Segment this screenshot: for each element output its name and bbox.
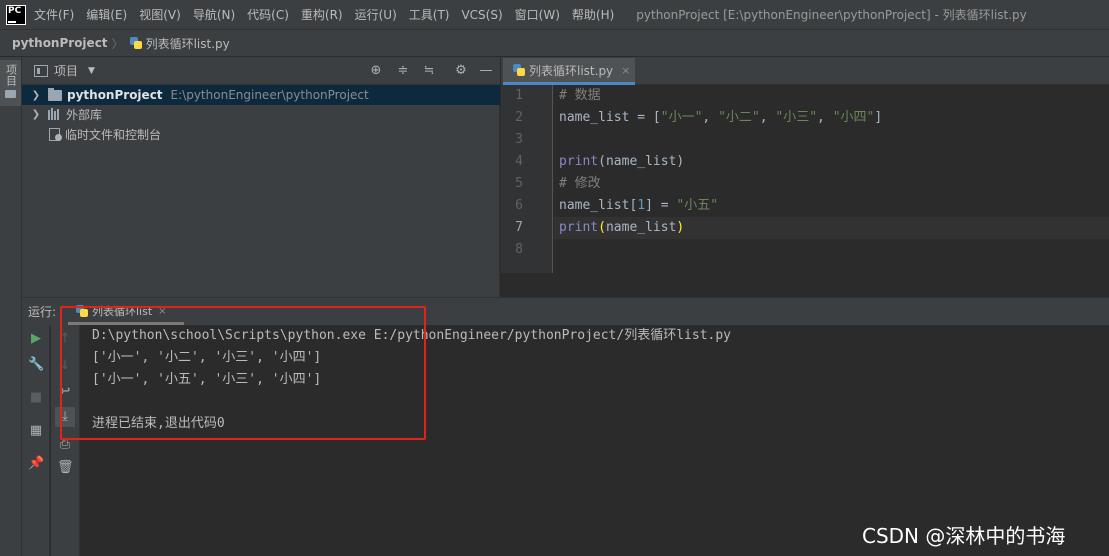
trash-icon[interactable]: 🗑 — [57, 460, 74, 476]
left-tool-strip — [0, 57, 22, 556]
code-builtin: print — [559, 154, 599, 169]
code-comment: # 数据 — [559, 88, 601, 103]
folder-icon — [48, 87, 62, 101]
menu-file[interactable]: 文件(F) — [34, 6, 74, 23]
line-number: 5 — [515, 176, 523, 191]
menu-navigate[interactable]: 导航(N) — [193, 6, 235, 23]
project-tool-tab[interactable]: 项目 — [0, 60, 21, 106]
locate-icon[interactable]: ⊕ — [368, 63, 384, 79]
menu-refactor[interactable]: 重构(R) — [301, 6, 343, 23]
code-brace: ( — [598, 220, 606, 235]
breadcrumb-project[interactable]: pythonProject — [12, 36, 108, 50]
layout-icon[interactable]: ▦ — [28, 423, 44, 439]
editor-tab-label: 列表循环list.py — [529, 63, 614, 78]
code-line-5: # 修改 — [559, 173, 601, 195]
minimize-icon[interactable]: — — [478, 63, 494, 79]
project-panel-icon — [34, 64, 48, 77]
library-icon — [48, 108, 62, 120]
code-line-7: print(name_list) — [559, 217, 684, 239]
line-number: 4 — [515, 154, 523, 169]
pycharm-logo-icon[interactable]: PC — [6, 4, 26, 25]
project-panel-title[interactable]: 项目 — [54, 62, 78, 79]
code-line-2: name_list = ["小一", "小二", "小三", "小四"] — [559, 110, 883, 125]
line-number: 1 — [515, 88, 523, 103]
menu-code[interactable]: 代码(C) — [247, 6, 289, 23]
tree-item-project[interactable]: ❯ pythonProject E:\pythonEngineer\python… — [22, 85, 500, 105]
code-comment: # 修改 — [559, 176, 601, 191]
code-text: name_list[ — [559, 198, 638, 213]
watermark: CSDN @深林中的书海 — [862, 524, 1066, 548]
code-string: "小三" — [775, 110, 818, 125]
editor-tab[interactable]: 列表循环list.py × — [503, 58, 635, 85]
menu-edit[interactable]: 编辑(E) — [86, 6, 127, 23]
line-number: 2 — [515, 110, 523, 125]
tree-item-scratches[interactable]: 临时文件和控制台 — [22, 124, 500, 144]
editor-empty-area — [501, 273, 1109, 297]
close-icon[interactable]: × — [621, 64, 630, 77]
gear-icon[interactable]: ⚙ — [453, 63, 469, 79]
code-text: name_list = [ — [559, 110, 661, 125]
breadcrumb-file[interactable]: 列表循环list.py — [146, 35, 230, 52]
scratch-file-icon — [48, 127, 62, 141]
expand-all-icon[interactable]: ≑ — [395, 63, 411, 79]
folder-icon — [5, 90, 16, 98]
menu-view[interactable]: 视图(V) — [139, 6, 181, 23]
rerun-icon[interactable]: ▶ — [28, 331, 44, 347]
code-string: "小一" — [660, 110, 703, 125]
code-line-4: print(name_list) — [559, 151, 684, 173]
chevron-right-icon: 〉 — [111, 36, 124, 51]
chevron-down-icon[interactable]: ▼ — [88, 66, 95, 76]
logo-bar — [8, 20, 16, 23]
line-number: 6 — [515, 198, 523, 213]
code-brace: ) — [676, 220, 685, 235]
line-number: 8 — [515, 242, 523, 257]
menu-vcs[interactable]: VCS(S) — [461, 8, 502, 22]
collapse-all-icon[interactable]: ≒ — [421, 63, 437, 79]
wrench-icon[interactable]: 🔧 — [28, 357, 44, 373]
stop-icon[interactable]: ■ — [28, 390, 44, 406]
code-text: ] = — [645, 198, 677, 213]
tree-scratches-label: 临时文件和控制台 — [65, 127, 162, 142]
tree-project-name: pythonProject — [67, 88, 163, 102]
project-tool-tab-label: 项目 — [4, 64, 18, 86]
window-title: pythonProject [E:\pythonEngineer\pythonP… — [636, 8, 1027, 22]
menu-bar: PC 文件(F) 编辑(E) 视图(V) 导航(N) 代码(C) 重构(R) 运… — [0, 0, 1109, 30]
code-string: "小五" — [676, 198, 719, 213]
code-builtin: print — [559, 220, 599, 235]
menu-window[interactable]: 窗口(W) — [515, 6, 560, 23]
python-file-icon — [513, 64, 525, 76]
code-line-1: # 数据 — [559, 85, 601, 107]
code-line-6: name_list[1] = "小五" — [559, 195, 718, 217]
code-string: "小二" — [718, 110, 760, 125]
breadcrumb: pythonProject 〉 列表循环list.py — [0, 30, 1109, 57]
red-annotation-box — [60, 306, 426, 440]
line-number: 7 — [515, 220, 523, 235]
menu-tools[interactable]: 工具(T) — [409, 6, 450, 23]
run-panel-label: 运行: — [28, 305, 57, 319]
pin-icon[interactable]: 📌 — [28, 456, 44, 472]
chevron-right-icon[interactable]: ❯ — [30, 109, 42, 120]
tree-external-libraries-label: 外部库 — [66, 107, 103, 122]
chevron-right-icon[interactable]: ❯ — [30, 90, 42, 101]
menu-help[interactable]: 帮助(H) — [572, 6, 614, 23]
python-file-icon — [129, 37, 142, 49]
code-text: name_list — [605, 220, 677, 235]
logo-text: PC — [8, 5, 22, 16]
code-number: 1 — [637, 198, 646, 213]
line-number: 3 — [515, 132, 523, 147]
tree-project-path: E:\pythonEngineer\pythonProject — [170, 88, 369, 102]
code-string: "小四" — [832, 110, 875, 125]
project-panel-header: 项目 ▼ ⊕ ≑ ≒ ⚙ — — [22, 57, 500, 85]
code-text: (name_list) — [598, 154, 685, 169]
menu-run[interactable]: 运行(U) — [355, 6, 397, 23]
tree-item-external-libraries[interactable]: ❯ 外部库 — [22, 104, 500, 124]
